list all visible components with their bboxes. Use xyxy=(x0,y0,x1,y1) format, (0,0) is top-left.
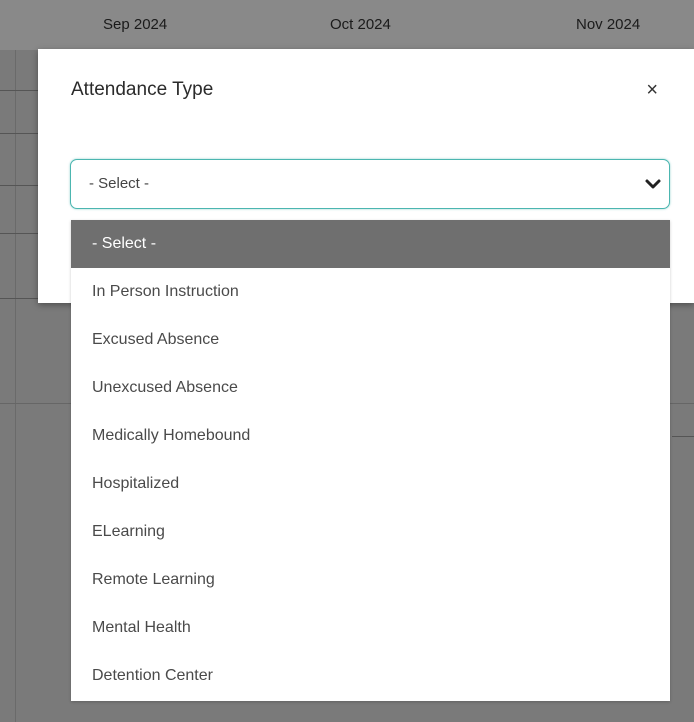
option-hospitalized[interactable]: Hospitalized xyxy=(71,460,670,508)
month-label: Nov 2024 xyxy=(576,16,641,33)
option-medically-homebound[interactable]: Medically Homebound xyxy=(71,412,670,460)
close-button[interactable]: × xyxy=(646,80,658,100)
modal-title: Attendance Type xyxy=(71,79,214,100)
grid-line xyxy=(15,50,16,722)
option-excused-absence[interactable]: Excused Absence xyxy=(71,316,670,364)
grid-line xyxy=(0,133,38,134)
month-label: Oct 2024 xyxy=(330,16,391,33)
option-mental-health[interactable]: Mental Health xyxy=(71,604,670,652)
close-icon: × xyxy=(646,79,658,101)
grid-line xyxy=(672,436,694,437)
option-in-person-instruction[interactable]: In Person Instruction xyxy=(71,268,670,316)
option-unexcused-absence[interactable]: Unexcused Absence xyxy=(71,364,670,412)
grid-line xyxy=(0,185,38,186)
attendance-type-options: - Select - In Person Instruction Excused… xyxy=(71,220,670,701)
month-label: Sep 2024 xyxy=(103,16,168,33)
grid-line xyxy=(0,233,38,234)
grid-line xyxy=(0,298,38,299)
option-detention-center[interactable]: Detention Center xyxy=(71,652,670,700)
select-value: - Select - xyxy=(89,175,150,192)
month-header: Sep 2024 Oct 2024 Nov 2024 xyxy=(0,0,694,50)
option-elearning[interactable]: ELearning xyxy=(71,508,670,556)
grid-line xyxy=(0,90,38,91)
option-remote-learning[interactable]: Remote Learning xyxy=(71,556,670,604)
attendance-type-select[interactable]: - Select - xyxy=(70,159,670,209)
chevron-down-icon xyxy=(645,179,661,189)
option-select-placeholder[interactable]: - Select - xyxy=(71,220,670,268)
